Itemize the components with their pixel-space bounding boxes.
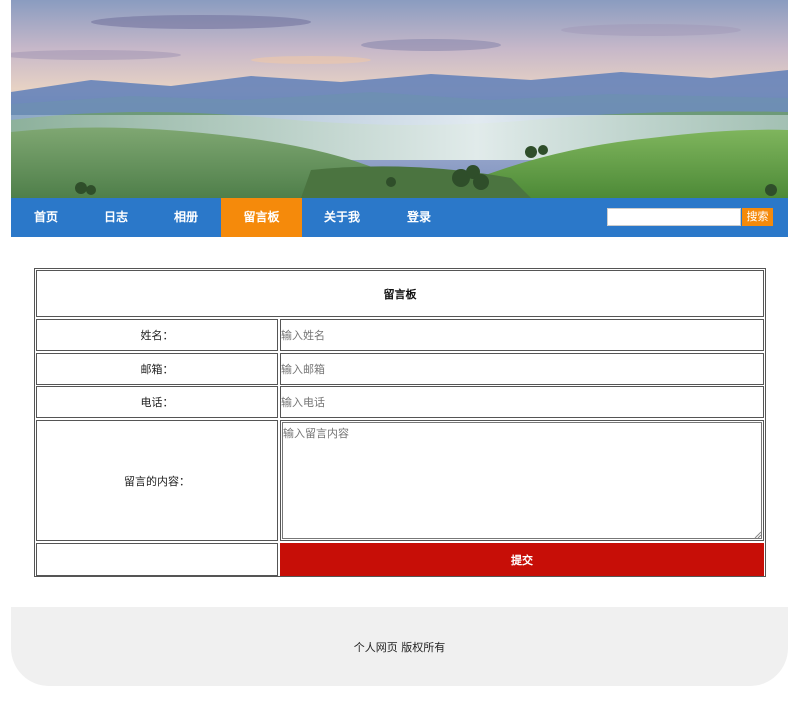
nav-item-album[interactable]: 相册 xyxy=(151,198,221,237)
phone-input[interactable] xyxy=(281,387,763,417)
email-field-cell xyxy=(280,353,764,385)
nav-item-login[interactable]: 登录 xyxy=(382,198,456,237)
search-input[interactable] xyxy=(607,208,741,226)
nav-item-home[interactable]: 首页 xyxy=(11,198,81,237)
message-label: 留言的内容： xyxy=(36,420,278,541)
name-label: 姓名： xyxy=(36,319,278,351)
form-title: 留言板 xyxy=(36,270,764,317)
phone-field-cell xyxy=(280,386,764,418)
message-textarea[interactable] xyxy=(282,422,762,539)
email-label: 邮箱： xyxy=(36,353,278,385)
banner-image xyxy=(11,0,788,198)
email-input[interactable] xyxy=(281,354,763,384)
textarea-resize-grip-icon[interactable] xyxy=(754,531,762,539)
main-nav: 首页 日志 相册 留言板 关于我 登录 搜索 xyxy=(11,198,788,237)
footer-copyright: 个人网页 版权所有 xyxy=(353,640,446,654)
name-input[interactable] xyxy=(281,320,763,350)
submit-button[interactable]: 提交 xyxy=(280,543,764,576)
message-field-cell xyxy=(280,420,764,541)
phone-label: 电话： xyxy=(36,386,278,418)
name-field-cell xyxy=(280,319,764,351)
footer: 个人网页 版权所有 xyxy=(11,607,788,686)
nav-item-blog[interactable]: 日志 xyxy=(81,198,151,237)
page: 首页 日志 相册 留言板 关于我 登录 搜索 留言板 姓名： 邮箱： 电话： 留… xyxy=(0,0,800,707)
submit-row-empty-cell xyxy=(36,543,278,576)
search-button[interactable]: 搜索 xyxy=(742,208,773,226)
nav-item-about[interactable]: 关于我 xyxy=(302,198,382,237)
guestbook-form: 留言板 姓名： 邮箱： 电话： 留言的内容： 提交 xyxy=(34,268,766,577)
nav-item-guestbook[interactable]: 留言板 xyxy=(221,198,302,237)
